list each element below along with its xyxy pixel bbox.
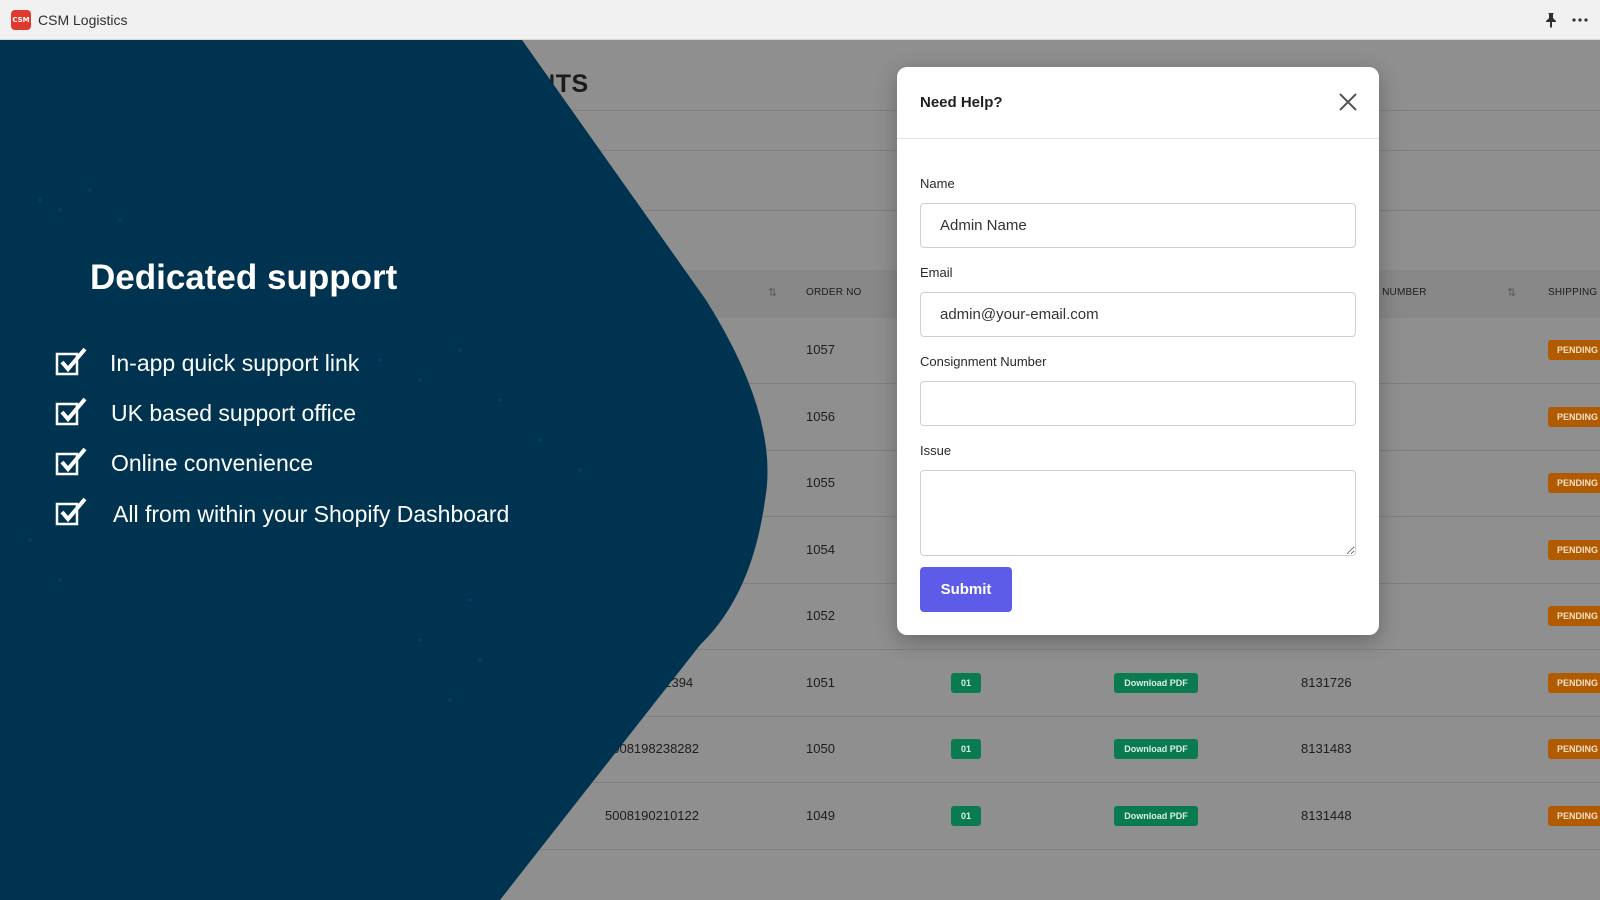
order-number: 1051 xyxy=(806,674,835,690)
download-pdf-button[interactable]: Download PDF xyxy=(1114,739,1198,759)
checkbox-checked-icon xyxy=(55,347,87,376)
name-label: Name xyxy=(920,176,955,191)
close-icon[interactable] xyxy=(1337,91,1359,113)
status-badge: PENDING xyxy=(1548,340,1600,360)
order-number: 1057 xyxy=(806,342,835,357)
modal-title: Need Help? xyxy=(920,94,1003,111)
status-badge: PENDING xyxy=(1548,805,1600,826)
promo-panel: Dedicated support In-app quick support l… xyxy=(0,40,780,900)
column-header-order-no[interactable]: ORDER NO xyxy=(806,287,862,298)
promo-title: Dedicated support xyxy=(90,258,398,297)
feature-item xyxy=(55,396,87,426)
close-button[interactable] xyxy=(1337,91,1359,113)
order-number: 1052 xyxy=(806,608,835,623)
status-badge: PENDING xyxy=(1548,606,1600,626)
more-options-icon[interactable] xyxy=(1572,17,1588,22)
pin-icon[interactable] xyxy=(1544,12,1558,28)
download-pdf-button[interactable]: Download PDF xyxy=(1114,805,1198,826)
need-help-modal: Need Help? Name Email Consignment Number… xyxy=(897,67,1379,635)
status-badge: PENDING xyxy=(1548,672,1600,693)
feature-item xyxy=(55,346,87,376)
checkbox-checked-icon xyxy=(55,447,87,476)
service-badge: 01 xyxy=(951,739,981,759)
service-badge: 01 xyxy=(951,805,981,826)
status-badge: PENDING xyxy=(1548,406,1600,427)
checkbox-checked-icon xyxy=(55,497,87,526)
consignment-number: 8131448 xyxy=(1301,807,1352,823)
submit-button[interactable]: Submit xyxy=(920,567,1012,612)
modal-header: Need Help? xyxy=(897,67,1379,139)
feature-label: In-app quick support link xyxy=(110,350,360,376)
status-badge: PENDING xyxy=(1548,539,1600,560)
status-badge: PENDING xyxy=(1548,473,1600,493)
feature-item xyxy=(55,496,87,526)
consignment-number: 8131483 xyxy=(1301,741,1352,756)
feature-label: Online convenience xyxy=(111,450,314,476)
email-label: Email xyxy=(920,265,953,280)
checkbox-checked-icon xyxy=(55,397,87,426)
app-top-bar: CSM CSM Logistics xyxy=(0,0,1600,40)
order-number: 1054 xyxy=(806,541,835,557)
download-pdf-button[interactable]: Download PDF xyxy=(1114,672,1198,693)
consignment-number: 8131726 xyxy=(1301,674,1352,690)
email-field[interactable] xyxy=(920,292,1356,337)
order-number: 1055 xyxy=(806,475,835,490)
column-header-shipping[interactable]: SHIPPING xyxy=(1548,287,1597,298)
name-field[interactable] xyxy=(920,203,1356,248)
app-title: CSM Logistics xyxy=(38,11,128,28)
consignment-number-label: Consignment Number xyxy=(920,354,1047,369)
order-number: 1050 xyxy=(806,741,835,756)
app-logo-icon: CSM xyxy=(11,9,31,30)
feature-item xyxy=(55,446,87,476)
feature-label: UK based support office xyxy=(111,400,357,426)
sort-icon[interactable]: ⇅ xyxy=(1507,286,1516,299)
issue-label: Issue xyxy=(920,443,952,458)
order-number: 1056 xyxy=(806,408,835,424)
consignment-number-field[interactable] xyxy=(920,381,1356,426)
feature-label: All from within your Shopify Dashboard xyxy=(113,501,510,527)
order-number: 1049 xyxy=(806,807,835,823)
issue-textarea[interactable] xyxy=(920,470,1356,556)
service-badge: 01 xyxy=(951,672,981,693)
column-header-consignment-number[interactable]: T NUMBER xyxy=(1373,287,1427,298)
status-badge: PENDING xyxy=(1548,739,1600,759)
